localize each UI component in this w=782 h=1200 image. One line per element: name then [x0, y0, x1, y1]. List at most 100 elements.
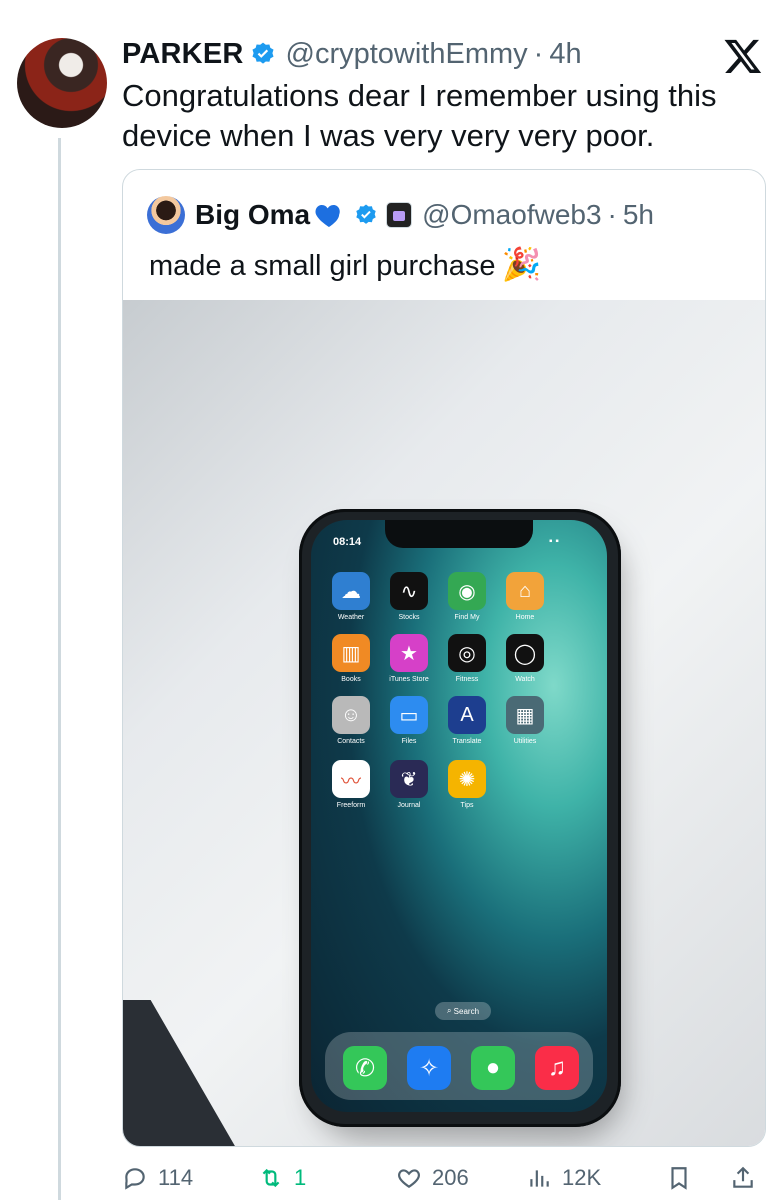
repost-icon	[262, 1168, 280, 1188]
app-label: Weather	[337, 614, 365, 621]
fitness-icon: ◎	[448, 634, 486, 672]
app-fitness: ◎ Fitness	[447, 634, 487, 683]
verified-badge-icon	[252, 42, 274, 64]
quoted-time-separator: ·	[607, 199, 617, 230]
home-search-pill: ⌕ Search	[435, 1002, 491, 1020]
quoted-header: Big Oma @Omaofweb3 · 5h	[195, 195, 654, 235]
party-popper-icon: 🎉	[501, 246, 542, 282]
freeform-icon: 〰	[332, 760, 370, 798]
views-icon	[530, 1170, 549, 1187]
app-label: Home	[515, 614, 535, 621]
like-button[interactable]: 206	[396, 1158, 469, 1198]
app-utilities: ▦ Utilities	[505, 696, 545, 745]
app-watch: ◯ Watch	[505, 634, 545, 683]
app-label: Contacts	[337, 738, 365, 745]
dock-music: ♫	[535, 1046, 579, 1090]
app-label: Watch	[515, 676, 535, 683]
app-label: iTunes Store	[389, 676, 429, 683]
itunes-store-icon: ★	[390, 634, 428, 672]
phone-dock: ✆ ✧ ● ♫	[325, 1032, 593, 1100]
phone-status-icons: ▪ ▪	[549, 536, 559, 547]
app-label: Utilities	[513, 738, 537, 745]
quoted-media-photo[interactable]: 08:14 ▪ ▪ ☁ Weather ∿ Stocks ◉ Find My ⌂ Home ▥ B…	[123, 300, 765, 1146]
author-handle[interactable]: @cryptowithEmmy	[286, 38, 528, 71]
action-bar: 114 1 206 12K	[122, 1158, 772, 1198]
app-books: ▥ Books	[331, 634, 371, 683]
bookmark-icon	[671, 1167, 687, 1190]
quoted-post-card[interactable]: Big Oma @Omaofweb3 · 5h made a small gir…	[122, 169, 766, 1147]
post-time[interactable]: 4h	[549, 38, 581, 71]
time-separator: ·	[533, 37, 544, 70]
share-icon	[733, 1166, 753, 1188]
app-find-my: ◉ Find My	[447, 572, 487, 621]
quoted-author-name[interactable]: Big Oma	[195, 199, 310, 231]
app-label: Books	[341, 676, 361, 683]
app-weather: ☁ Weather	[331, 572, 371, 621]
views-count: 12K	[562, 1165, 602, 1190]
reply-count: 114	[158, 1165, 194, 1190]
safari-icon: ✧	[407, 1046, 451, 1090]
app-label: Journal	[397, 802, 421, 809]
app-files: ▭ Files	[389, 696, 429, 745]
utilities-icon: ▦	[506, 696, 544, 734]
journal-icon: ❦	[390, 760, 428, 798]
translate-icon: A	[448, 696, 486, 734]
watch-icon: ◯	[506, 634, 544, 672]
author-name[interactable]: PARKER	[122, 38, 244, 71]
quoted-verified-badge-icon	[356, 204, 376, 224]
app-journal: ❦ Journal	[389, 760, 429, 809]
app-label: Freeform	[336, 802, 366, 809]
views-button[interactable]: 12K	[526, 1158, 601, 1198]
app-freeform: 〰 Freeform	[331, 760, 371, 809]
phone-time: 08:14	[333, 536, 362, 548]
app-translate: A Translate	[447, 696, 487, 745]
photo-shadow-corner	[123, 1000, 243, 1146]
files-icon: ▭	[390, 696, 428, 734]
phone-screen: 08:14 ▪ ▪ ☁ Weather ∿ Stocks ◉ Find My ⌂ Home ▥ B…	[311, 520, 607, 1112]
home-icon: ⌂	[506, 572, 544, 610]
thread-line	[58, 138, 61, 1200]
messages-icon: ●	[471, 1046, 515, 1090]
phone-app-icon: ✆	[343, 1046, 387, 1090]
app-label: Stocks	[398, 614, 420, 621]
quoted-avatar[interactable]	[147, 196, 185, 234]
bookmark-button[interactable]	[666, 1158, 702, 1198]
blue-heart-icon	[315, 205, 340, 227]
app-tips: ✺ Tips	[447, 760, 487, 809]
post-text: Congratulations dear I remember using th…	[122, 78, 717, 153]
quoted-text-row: made a small girl purchase 🎉	[149, 244, 541, 286]
app-label: Find My	[454, 614, 480, 621]
quoted-handle[interactable]: @Omaofweb3	[422, 199, 601, 231]
x-logo-icon	[724, 39, 762, 73]
app-label: Fitness	[455, 676, 479, 683]
dock-phone-app: ✆	[343, 1046, 387, 1090]
weather-icon: ☁	[332, 572, 370, 610]
app-label: Files	[401, 738, 417, 745]
contacts-icon: ☺	[332, 696, 370, 734]
app-itunes-store: ★ iTunes Store	[389, 634, 429, 683]
app-label: Tips	[460, 802, 474, 809]
app-stocks: ∿ Stocks	[389, 572, 429, 621]
repost-button[interactable]: 1	[258, 1158, 306, 1198]
music-icon: ♫	[535, 1046, 579, 1090]
quoted-time[interactable]: 5h	[623, 199, 654, 231]
app-home: ⌂ Home	[505, 572, 545, 621]
dock-messages: ●	[471, 1046, 515, 1090]
reply-button[interactable]: 114	[122, 1158, 193, 1198]
share-button[interactable]	[730, 1158, 766, 1198]
app-label: Translate	[452, 738, 482, 745]
reply-icon	[125, 1168, 145, 1190]
like-count: 206	[432, 1165, 469, 1190]
affiliate-badge-icon[interactable]	[386, 202, 413, 228]
find-my-icon: ◉	[448, 572, 486, 610]
like-icon	[398, 1169, 420, 1188]
books-icon: ▥	[332, 634, 370, 672]
avatar[interactable]	[17, 38, 107, 128]
app-contacts: ☺ Contacts	[331, 696, 371, 745]
tips-icon: ✺	[448, 760, 486, 798]
dock-safari: ✧	[407, 1046, 451, 1090]
search-label: Search	[453, 1006, 480, 1016]
repost-count: 1	[294, 1165, 307, 1190]
stocks-icon: ∿	[390, 572, 428, 610]
post-header: PARKER @cryptowithEmmy · 4h	[122, 34, 582, 74]
